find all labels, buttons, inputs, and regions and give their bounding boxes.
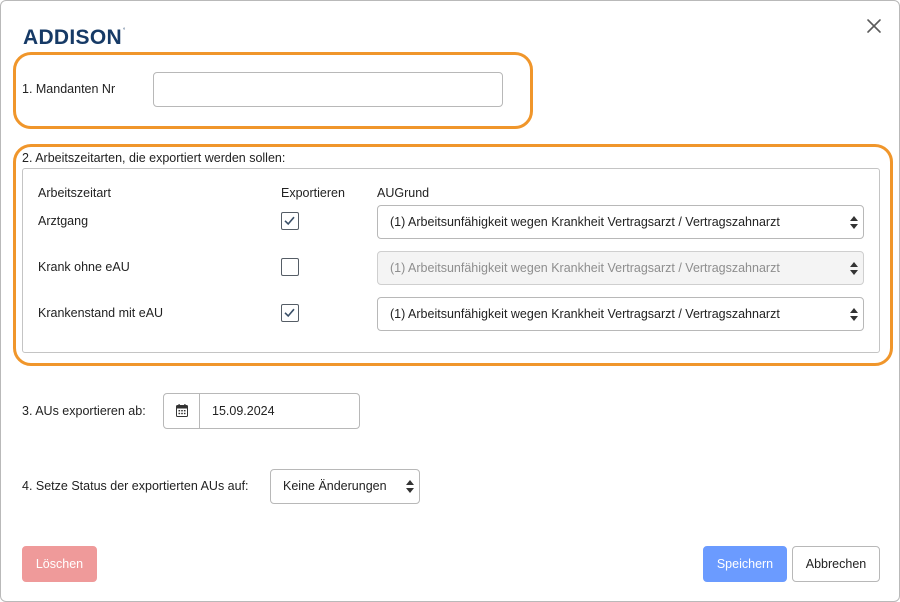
column-header-augrund: AUGrund [377, 186, 430, 200]
export-checkbox-arztgang[interactable] [281, 212, 299, 230]
status-select-value: Keine Änderungen [283, 479, 387, 493]
save-button[interactable]: Speichern [703, 546, 787, 582]
row-label-arztgang: Arztgang [38, 214, 89, 228]
status-select[interactable]: Keine Änderungen [270, 469, 420, 504]
augrund-select-arztgang[interactable]: (1) Arbeitsunfähigkeit wegen Krankheit V… [377, 205, 864, 239]
augrund-value-krankenstand-mit-eau: (1) Arbeitsunfähigkeit wegen Krankheit V… [390, 307, 780, 321]
arbeitszeitarten-label: 2. Arbeitszeitarten, die exportiert werd… [22, 151, 286, 165]
logo-text: ADDISON [23, 26, 122, 49]
checkmark-icon [284, 216, 295, 226]
mandanten-nr-input[interactable] [153, 72, 503, 107]
addison-logo: ADDISON° [23, 26, 126, 50]
aus-exportieren-ab-label: 3. AUs exportieren ab: [22, 404, 146, 418]
select-arrows-icon [850, 262, 858, 275]
column-header-exportieren: Exportieren [281, 186, 345, 200]
date-input[interactable]: 15.09.2024 [212, 394, 275, 428]
calendar-icon[interactable] [164, 394, 200, 428]
augrund-value-arztgang: (1) Arbeitsunfähigkeit wegen Krankheit V… [390, 215, 780, 229]
export-checkbox-krankenstand-mit-eau[interactable] [281, 304, 299, 322]
row-label-krankenstand-mit-eau: Krankenstand mit eAU [38, 306, 164, 320]
close-icon[interactable] [863, 15, 885, 37]
delete-button[interactable]: Löschen [22, 546, 97, 582]
mandanten-nr-label: 1. Mandanten Nr [22, 82, 116, 96]
column-header-arbeitszeitart: Arbeitszeitart [38, 186, 111, 200]
row-label-krank-ohne-eau: Krank ohne eAU [38, 260, 130, 274]
augrund-select-krank-ohne-eau[interactable]: (1) Arbeitsunfähigkeit wegen Krankheit V… [377, 251, 864, 285]
augrund-value-krank-ohne-eau: (1) Arbeitsunfähigkeit wegen Krankheit V… [390, 261, 780, 275]
checkmark-icon [284, 308, 295, 318]
status-label: 4. Setze Status der exportierten AUs auf… [22, 479, 249, 493]
logo-mark: ° [122, 28, 126, 34]
export-dialog: ADDISON° 1. Mandanten Nr 2. Arbeitszeita… [0, 0, 900, 602]
export-checkbox-krank-ohne-eau[interactable] [281, 258, 299, 276]
augrund-select-krankenstand-mit-eau[interactable]: (1) Arbeitsunfähigkeit wegen Krankheit V… [377, 297, 864, 331]
select-arrows-icon [850, 308, 858, 321]
date-field[interactable]: 15.09.2024 [163, 393, 360, 429]
select-arrows-icon [406, 480, 414, 493]
cancel-button[interactable]: Abbrechen [792, 546, 880, 582]
select-arrows-icon [850, 216, 858, 229]
